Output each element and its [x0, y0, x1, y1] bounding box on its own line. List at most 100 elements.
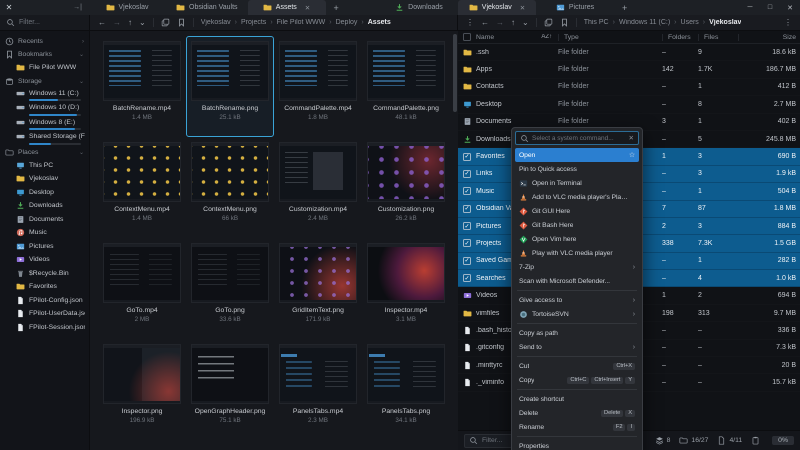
- menu-item-create-shortcut[interactable]: Create shortcut: [515, 392, 639, 406]
- sidebar-item-pictures[interactable]: Pictures: [0, 240, 89, 254]
- back-button[interactable]: ←: [98, 18, 106, 27]
- menu-item-git-bash-here[interactable]: Git Bash Here: [515, 218, 639, 232]
- sidebar-item-fpilot-session-json[interactable]: FPilot-Session.json: [0, 321, 89, 335]
- grid-item-commandpalette-png[interactable]: CommandPalette.png48.1 kB: [362, 36, 450, 137]
- chevron-icon[interactable]: ⌄: [79, 78, 84, 85]
- select-all-checkbox[interactable]: [463, 33, 471, 41]
- breadcrumb-segment[interactable]: Users: [681, 19, 699, 26]
- right-breadcrumb[interactable]: This PC›Windows 11 (C:)›Users›Vjekoslav: [584, 19, 742, 26]
- history-dropdown-icon[interactable]: ⌄: [522, 18, 529, 27]
- new-tab-button[interactable]: +: [326, 0, 347, 15]
- column-header-name[interactable]: Name AZ↑: [476, 34, 558, 41]
- sidebar-item-recycle-bin[interactable]: $Recycle.Bin: [0, 267, 89, 281]
- menu-item-git-gui-here[interactable]: Git GUI Here: [515, 204, 639, 218]
- sidebar-item-fpilot-userdata-json[interactable]: FPilot-UserData.json: [0, 307, 89, 321]
- sidebar-item-downloads[interactable]: Downloads: [0, 199, 89, 213]
- grid-item-contextmenu-png[interactable]: ContextMenu.png66 kB: [186, 137, 274, 238]
- row-checkbox[interactable]: ✓: [463, 170, 471, 178]
- grid-item-panelstabs-mp4[interactable]: PanelsTabs.mp42.3 MB: [274, 339, 362, 440]
- chevron-icon[interactable]: ›: [82, 39, 84, 45]
- breadcrumb-segment[interactable]: Projects: [241, 19, 266, 26]
- breadcrumb-segment[interactable]: This PC: [584, 19, 609, 26]
- tab-vjekoslav[interactable]: Vjekoslav✕: [458, 0, 536, 15]
- row-checkbox[interactable]: ✓: [463, 205, 471, 213]
- row-checkbox[interactable]: ✓: [463, 187, 471, 195]
- grid-item-griditemtext-png[interactable]: GridItemText.png171.9 kB: [274, 238, 362, 339]
- clone-tab-icon[interactable]: [544, 18, 553, 27]
- menu-item-delete[interactable]: DeleteDeleteX: [515, 406, 639, 420]
- tab-downloads[interactable]: Downloads: [380, 0, 458, 15]
- pane-menu-icon[interactable]: ⋮: [466, 18, 474, 27]
- forward-button[interactable]: →: [113, 18, 121, 27]
- left-breadcrumb[interactable]: Vjekoslav›Projects›File Pilot WWW›Deploy…: [201, 19, 391, 26]
- sidebar-item-favorites[interactable]: Favorites: [0, 280, 89, 294]
- grid-item-customization-png[interactable]: Customization.png26.2 kB: [362, 137, 450, 238]
- history-dropdown-icon[interactable]: ⌄: [139, 18, 146, 27]
- sidebar-item-videos[interactable]: Videos: [0, 253, 89, 267]
- menu-item-send-to[interactable]: Send to›: [515, 340, 639, 354]
- breadcrumb-segment[interactable]: Vjekoslav: [201, 19, 231, 26]
- sidebar-item-file-pilot-www[interactable]: File Pilot WWW: [0, 61, 89, 75]
- close-button[interactable]: ✕: [780, 4, 800, 12]
- sidebar-item-music[interactable]: Music: [0, 226, 89, 240]
- sidebar-section-places[interactable]: Places⌄: [0, 146, 89, 159]
- close-icon[interactable]: ✕: [305, 4, 310, 12]
- table-row-apps[interactable]: AppsFile folder1421.7K186.7 MB: [458, 61, 800, 78]
- sidebar-item-this-pc[interactable]: This PC: [0, 159, 89, 173]
- close-icon[interactable]: ✕: [520, 4, 525, 12]
- command-search-input[interactable]: [532, 135, 626, 142]
- up-button[interactable]: ↑: [511, 18, 515, 27]
- sidebar-item-windows-11-c[interactable]: Windows 11 (C:): [0, 88, 89, 103]
- row-checkbox[interactable]: ✓: [463, 274, 471, 282]
- sidebar-item-documents[interactable]: Documents: [0, 213, 89, 227]
- table-row-ssh[interactable]: .sshFile folder–918.6 kB: [458, 44, 800, 61]
- grid-item-panelstabs-png[interactable]: PanelsTabs.png34.1 kB: [362, 339, 450, 440]
- breadcrumb-segment[interactable]: Windows 11 (C:): [619, 19, 670, 26]
- menu-item-open[interactable]: Open☆: [515, 148, 639, 162]
- grid-item-inspector-png[interactable]: Inspector.png196.9 kB: [98, 339, 186, 440]
- menu-item-scan-with-microsoft-defender[interactable]: Scan with Microsoft Defender...: [515, 274, 639, 288]
- sidebar-toggle-icon[interactable]: →|: [18, 0, 88, 15]
- grid-item-batchrename-mp4[interactable]: BatchRename.mp41.4 MB: [98, 36, 186, 137]
- column-header-type[interactable]: Type: [558, 34, 662, 41]
- sidebar-section-bookmarks[interactable]: Bookmarks⌄: [0, 48, 89, 61]
- sidebar-item-windows-10-d[interactable]: Windows 10 (D:): [0, 102, 89, 117]
- menu-item-give-access-to[interactable]: Give access to›: [515, 293, 639, 307]
- sort-ascending-icon[interactable]: AZ↑: [541, 34, 552, 40]
- grid-item-contextmenu-mp4[interactable]: ContextMenu.mp41.4 MB: [98, 137, 186, 238]
- breadcrumb-segment[interactable]: Assets: [368, 19, 391, 26]
- grid-item-batchrename-png[interactable]: BatchRename.png25.1 kB: [186, 36, 274, 137]
- chevron-icon[interactable]: ⌄: [79, 51, 84, 58]
- sidebar-filter[interactable]: Filter...: [0, 15, 90, 30]
- bookmark-icon[interactable]: [560, 18, 569, 27]
- tab-vjekoslav[interactable]: Vjekoslav: [88, 0, 166, 15]
- sidebar-section-storage[interactable]: Storage⌄: [0, 75, 89, 88]
- menu-item-tortoisesvn[interactable]: TortoiseSVN›: [515, 307, 639, 321]
- column-header-size[interactable]: Size: [738, 34, 796, 41]
- grid-item-inspector-mp4[interactable]: Inspector.mp43.1 MB: [362, 238, 450, 339]
- grid-item-customization-mp4[interactable]: Customization.mp42.4 MB: [274, 137, 362, 238]
- column-header-files[interactable]: Files: [698, 34, 738, 41]
- breadcrumb-segment[interactable]: Vjekoslav: [709, 19, 741, 26]
- menu-item-properties[interactable]: Properties: [515, 439, 639, 450]
- pane-options-icon[interactable]: ⋮: [784, 18, 792, 27]
- menu-item-copy[interactable]: CopyCtrl+CCtrl+InsertY: [515, 373, 639, 387]
- sidebar-item-fpilot-config-json[interactable]: FPilot-Config.json: [0, 294, 89, 308]
- minimize-button[interactable]: ─: [740, 4, 760, 11]
- grid-item-opengraphheader-png[interactable]: OpenGraphHeader.png75.1 kB: [186, 339, 274, 440]
- table-row-desktop[interactable]: DesktopFile folder–82.7 MB: [458, 96, 800, 113]
- row-checkbox[interactable]: ✓: [463, 153, 471, 161]
- bookmark-icon[interactable]: [177, 18, 186, 27]
- menu-item-open-in-terminal[interactable]: Open in Terminal: [515, 176, 639, 190]
- menu-item-pin-to-quick-access[interactable]: Pin to Quick access: [515, 162, 639, 176]
- maximize-button[interactable]: □: [760, 4, 780, 11]
- sidebar-item-vjekoslav[interactable]: Vjekoslav: [0, 172, 89, 186]
- row-checkbox[interactable]: ✓: [463, 222, 471, 230]
- forward-button[interactable]: →: [496, 18, 504, 27]
- sidebar-item-shared-storage-f[interactable]: Shared Storage (F:): [0, 131, 89, 146]
- sidebar-item-windows-8-e[interactable]: Windows 8 (E:): [0, 117, 89, 132]
- grid-item-commandpalette-mp4[interactable]: CommandPalette.mp41.8 MB: [274, 36, 362, 137]
- breadcrumb-segment[interactable]: Deploy: [336, 19, 358, 26]
- tab-obsidian-vaults[interactable]: Obsidian Vaults: [166, 0, 248, 15]
- breadcrumb-segment[interactable]: File Pilot WWW: [277, 19, 326, 26]
